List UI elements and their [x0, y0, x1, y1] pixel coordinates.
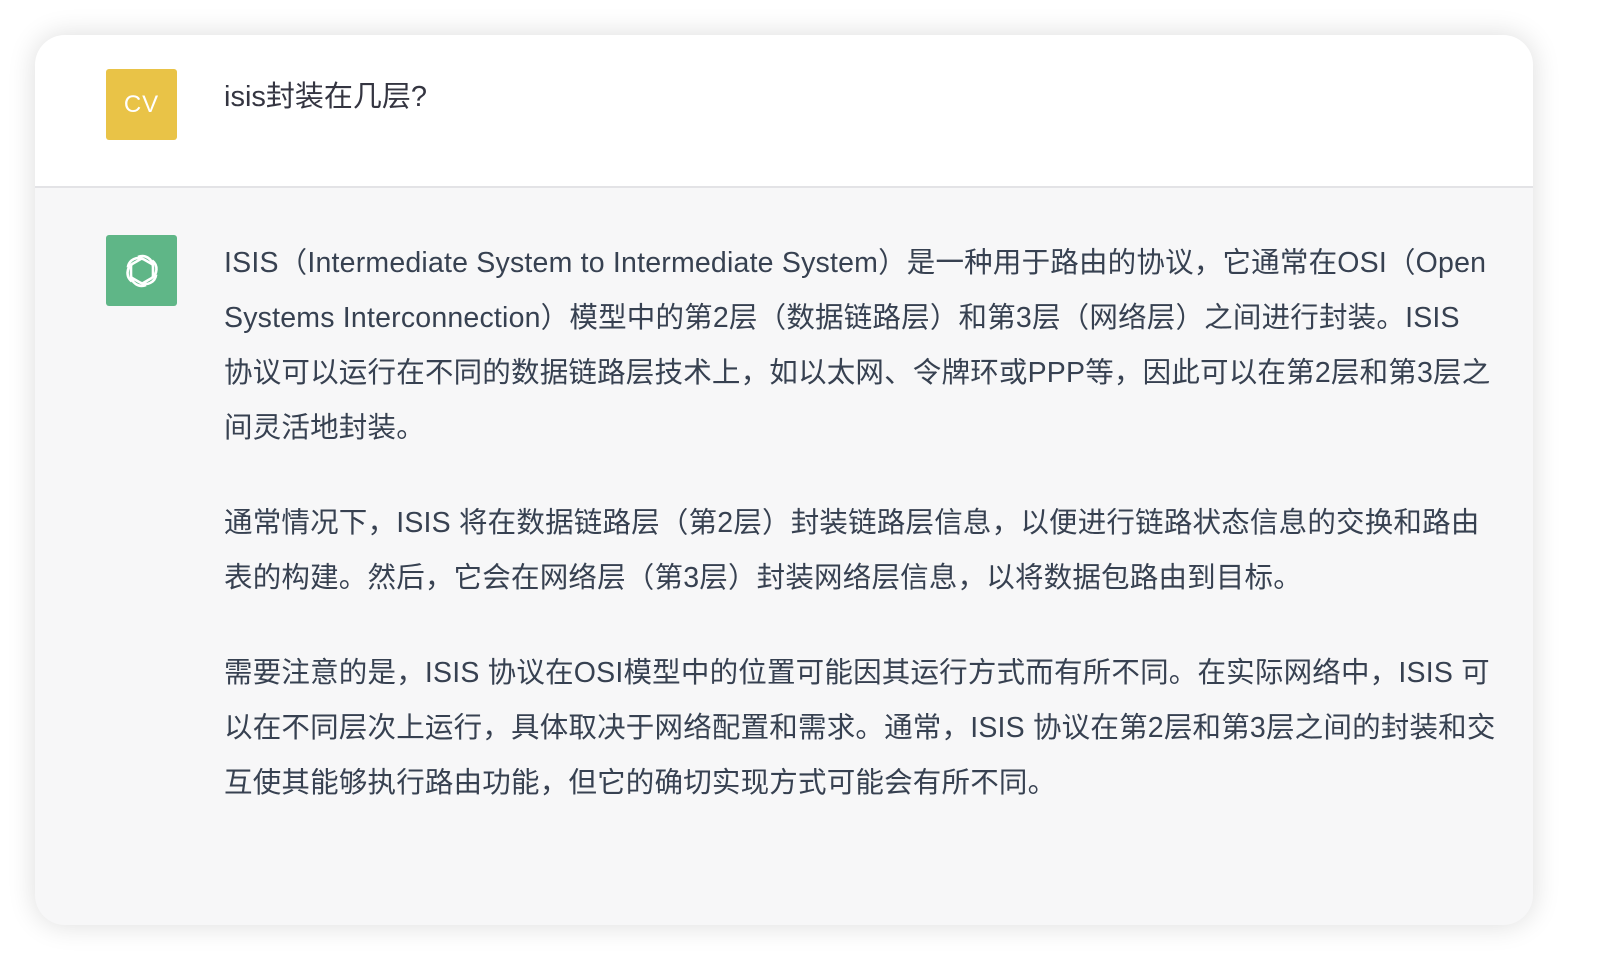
user-message-text: isis封装在几层?	[224, 81, 428, 113]
user-avatar-initials: CV	[123, 90, 160, 118]
assistant-answer: ISIS（Intermediate System to Intermediate…	[224, 236, 1496, 811]
assistant-avatar	[106, 235, 177, 306]
user-avatar: CV	[106, 69, 177, 140]
user-message-row: CV isis封装在几层?	[35, 35, 1533, 188]
chat-card: CV isis封装在几层? ISIS（Intermediate System t…	[35, 35, 1533, 925]
answer-paragraph: ISIS（Intermediate System to Intermediate…	[224, 247, 1491, 444]
assistant-message-row: ISIS（Intermediate System to Intermediate…	[35, 188, 1533, 925]
answer-paragraph: 通常情况下，ISIS 将在数据链路层（第2层）封装链路层信息，以便进行链路状态信…	[224, 507, 1480, 594]
openai-logo-icon	[125, 254, 158, 287]
answer-paragraph: 需要注意的是，ISIS 协议在OSI模型中的位置可能因其运行方式而有所不同。在实…	[224, 657, 1496, 799]
